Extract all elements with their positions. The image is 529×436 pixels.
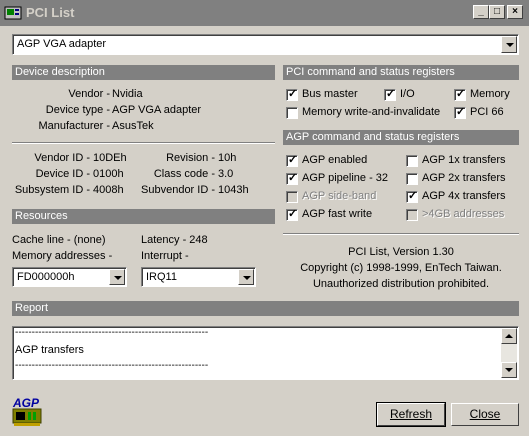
refresh-button[interactable]: Refresh bbox=[376, 402, 446, 427]
bus-master-checkbox[interactable]: ✓ bbox=[286, 88, 298, 101]
interrupt-value: IRQ11 bbox=[146, 271, 177, 283]
close-button-label: Close bbox=[469, 407, 501, 421]
subsystem-id-label: Subsystem ID - bbox=[14, 184, 90, 196]
maximize-button[interactable]: □ bbox=[489, 5, 505, 19]
revision-label: Revision - bbox=[166, 152, 215, 164]
memory-address-select[interactable]: FD000000h bbox=[12, 267, 127, 287]
separator bbox=[283, 233, 519, 235]
check-mark-icon: ✓ bbox=[288, 208, 298, 220]
latency-text: Latency - 248 bbox=[141, 234, 208, 246]
agp-registers-header: AGP command and status registers bbox=[283, 130, 519, 145]
agp-side-band-label: AGP side-band bbox=[302, 190, 377, 202]
device-description-header: Device description bbox=[12, 65, 275, 80]
report-scrollbar[interactable] bbox=[501, 328, 517, 378]
interrupt-dropdown-button[interactable] bbox=[238, 269, 254, 285]
io-checkbox[interactable]: ✓ bbox=[384, 88, 396, 101]
agp-pipeline-checkbox[interactable]: ✓ bbox=[286, 172, 298, 185]
report-header: Report bbox=[12, 301, 519, 316]
device-select-value: AGP VGA adapter bbox=[17, 38, 107, 50]
subvendor-id-label: Subvendor ID - bbox=[141, 184, 215, 196]
manufacturer-value: AsusTek bbox=[112, 120, 154, 132]
device-type-label: Device type - bbox=[45, 104, 110, 116]
agp-pipeline-label: AGP pipeline - 32 bbox=[302, 172, 389, 184]
cache-line-text: Cache line - (none) bbox=[12, 234, 106, 246]
close-button[interactable]: Close bbox=[451, 403, 519, 426]
arrow-down-icon bbox=[505, 368, 513, 372]
pci66-checkbox[interactable]: ✓ bbox=[454, 106, 466, 119]
check-mark-icon: ✓ bbox=[386, 88, 396, 100]
agp-side-band-checkbox bbox=[286, 191, 298, 203]
memory-label: Memory bbox=[470, 88, 510, 100]
check-mark-icon: ✓ bbox=[408, 190, 418, 202]
arrow-up-icon bbox=[505, 334, 513, 338]
check-mark-icon: ✓ bbox=[288, 172, 298, 184]
refresh-button-label: Refresh bbox=[389, 407, 433, 421]
agp-1x-label: AGP 1x transfers bbox=[422, 154, 506, 166]
memory-address-dropdown-button[interactable] bbox=[109, 269, 125, 285]
report-dashes: ----------------------------------------… bbox=[15, 327, 209, 338]
subsystem-id-value: 4008h bbox=[93, 184, 124, 196]
agp-1x-checkbox[interactable] bbox=[406, 155, 418, 167]
scroll-down-button[interactable] bbox=[501, 362, 517, 378]
pci66-label: PCI 66 bbox=[470, 106, 504, 118]
report-line: AGP transfers bbox=[15, 344, 84, 356]
memory-write-invalidate-checkbox[interactable] bbox=[286, 107, 298, 119]
agp-4x-label: AGP 4x transfers bbox=[422, 190, 506, 202]
report-textarea[interactable]: ----------------------------------------… bbox=[12, 326, 519, 380]
class-code-value: 3.0 bbox=[218, 168, 234, 180]
gt4gb-addresses-checkbox bbox=[406, 209, 418, 221]
memory-checkbox[interactable]: ✓ bbox=[454, 88, 466, 101]
interrupt-select[interactable]: IRQ11 bbox=[141, 267, 256, 287]
device-type-value: AGP VGA adapter bbox=[112, 104, 202, 116]
agp-enabled-checkbox[interactable]: ✓ bbox=[286, 154, 298, 167]
bus-master-label: Bus master bbox=[302, 88, 358, 100]
vendor-value: Nvidia bbox=[112, 88, 143, 100]
memory-write-invalidate-label: Memory write-and-invalidate bbox=[302, 106, 441, 118]
agp-fast-write-checkbox[interactable]: ✓ bbox=[286, 208, 298, 221]
app-icon bbox=[4, 6, 22, 20]
check-mark-icon: ✓ bbox=[288, 88, 298, 100]
agp-fast-write-label: AGP fast write bbox=[302, 208, 373, 220]
memory-addresses-label: Memory addresses - bbox=[12, 250, 113, 262]
check-mark-icon: ✓ bbox=[288, 154, 298, 166]
close-window-button[interactable]: × bbox=[507, 5, 523, 19]
agp-4x-checkbox[interactable]: ✓ bbox=[406, 190, 418, 203]
svg-text:AGP: AGP bbox=[12, 396, 40, 410]
vendor-id-label: Vendor ID - bbox=[34, 152, 90, 164]
title-bar[interactable] bbox=[0, 0, 529, 26]
device-select-dropdown-button[interactable] bbox=[501, 36, 517, 53]
vendor-id-value: 10DEh bbox=[93, 152, 127, 164]
resources-header: Resources bbox=[12, 209, 275, 224]
subvendor-id-value: 1043h bbox=[218, 184, 249, 196]
device-id-value: 0100h bbox=[93, 168, 124, 180]
device-id-label: Device ID - bbox=[35, 168, 90, 180]
interrupt-label: Interrupt - bbox=[141, 250, 189, 262]
about-version: PCI List, Version 1.30 bbox=[348, 246, 454, 258]
check-mark-icon: ✓ bbox=[456, 88, 466, 100]
scroll-up-button[interactable] bbox=[501, 328, 517, 344]
io-label: I/O bbox=[400, 88, 415, 100]
manufacturer-label: Manufacturer - bbox=[38, 120, 110, 132]
check-mark-icon: ✓ bbox=[456, 106, 466, 118]
vendor-label: Vendor - bbox=[68, 88, 110, 100]
separator bbox=[12, 142, 275, 144]
window-title: PCI List bbox=[26, 5, 75, 20]
device-select[interactable]: AGP VGA adapter bbox=[12, 34, 519, 55]
memory-address-value: FD000000h bbox=[17, 271, 75, 283]
class-code-label: Class code - bbox=[153, 168, 215, 180]
minimize-button[interactable]: _ bbox=[473, 5, 489, 19]
gt4gb-addresses-label: >4GB addresses bbox=[422, 208, 505, 220]
report-dashes: ----------------------------------------… bbox=[15, 360, 209, 371]
agp-logo-icon: AGP bbox=[12, 396, 42, 426]
pci-registers-header: PCI command and status registers bbox=[283, 65, 519, 80]
revision-value: 10h bbox=[218, 152, 237, 164]
agp-2x-checkbox[interactable] bbox=[406, 173, 418, 185]
agp-2x-label: AGP 2x transfers bbox=[422, 172, 506, 184]
agp-enabled-label: AGP enabled bbox=[302, 154, 368, 166]
about-notice: Unauthorized distribution prohibited. bbox=[312, 278, 490, 290]
about-copyright: Copyright (c) 1998-1999, EnTech Taiwan. bbox=[300, 262, 502, 274]
